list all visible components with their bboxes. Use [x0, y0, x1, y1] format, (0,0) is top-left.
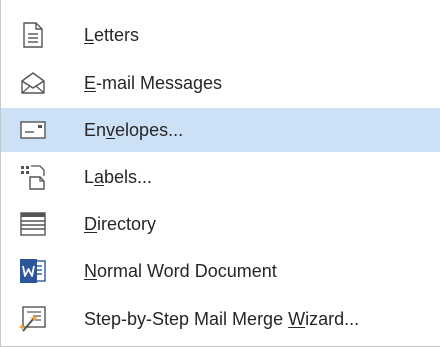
letter-page-icon	[18, 20, 48, 50]
menu-item-label: Envelopes...	[84, 120, 184, 140]
menu-item-normal-word-document[interactable]: Normal Word Document	[1, 249, 440, 293]
menu-item-label: Directory	[84, 214, 157, 234]
menu-item-envelopes[interactable]: Envelopes...	[1, 108, 440, 152]
menu-item-directory[interactable]: Directory	[1, 202, 440, 246]
menu-item-label: Labels...	[84, 167, 153, 187]
menu-item-label: Step-by-Step Mail Merge Wizard...	[84, 309, 360, 329]
wizard-icon	[18, 304, 48, 334]
menu-item-label: Normal Word Document	[84, 261, 277, 281]
menu-item-mail-merge-wizard[interactable]: Step-by-Step Mail Merge Wizard...	[1, 297, 440, 341]
labels-icon	[18, 162, 48, 192]
directory-icon	[18, 209, 48, 239]
menu-item-email-messages[interactable]: E-mail Messages	[1, 61, 440, 105]
word-document-icon	[18, 256, 48, 286]
menu-item-labels[interactable]: Labels...	[1, 155, 440, 199]
envelope-icon	[18, 115, 48, 145]
menu-item-label: E-mail Messages	[84, 73, 223, 93]
email-envelope-icon	[18, 68, 48, 98]
mail-merge-dropdown-menu: Letters E-mail Messages Envelopes... Lab…	[0, 0, 440, 347]
menu-item-letters[interactable]: Letters	[1, 13, 440, 57]
menu-item-label: Letters	[84, 25, 140, 45]
